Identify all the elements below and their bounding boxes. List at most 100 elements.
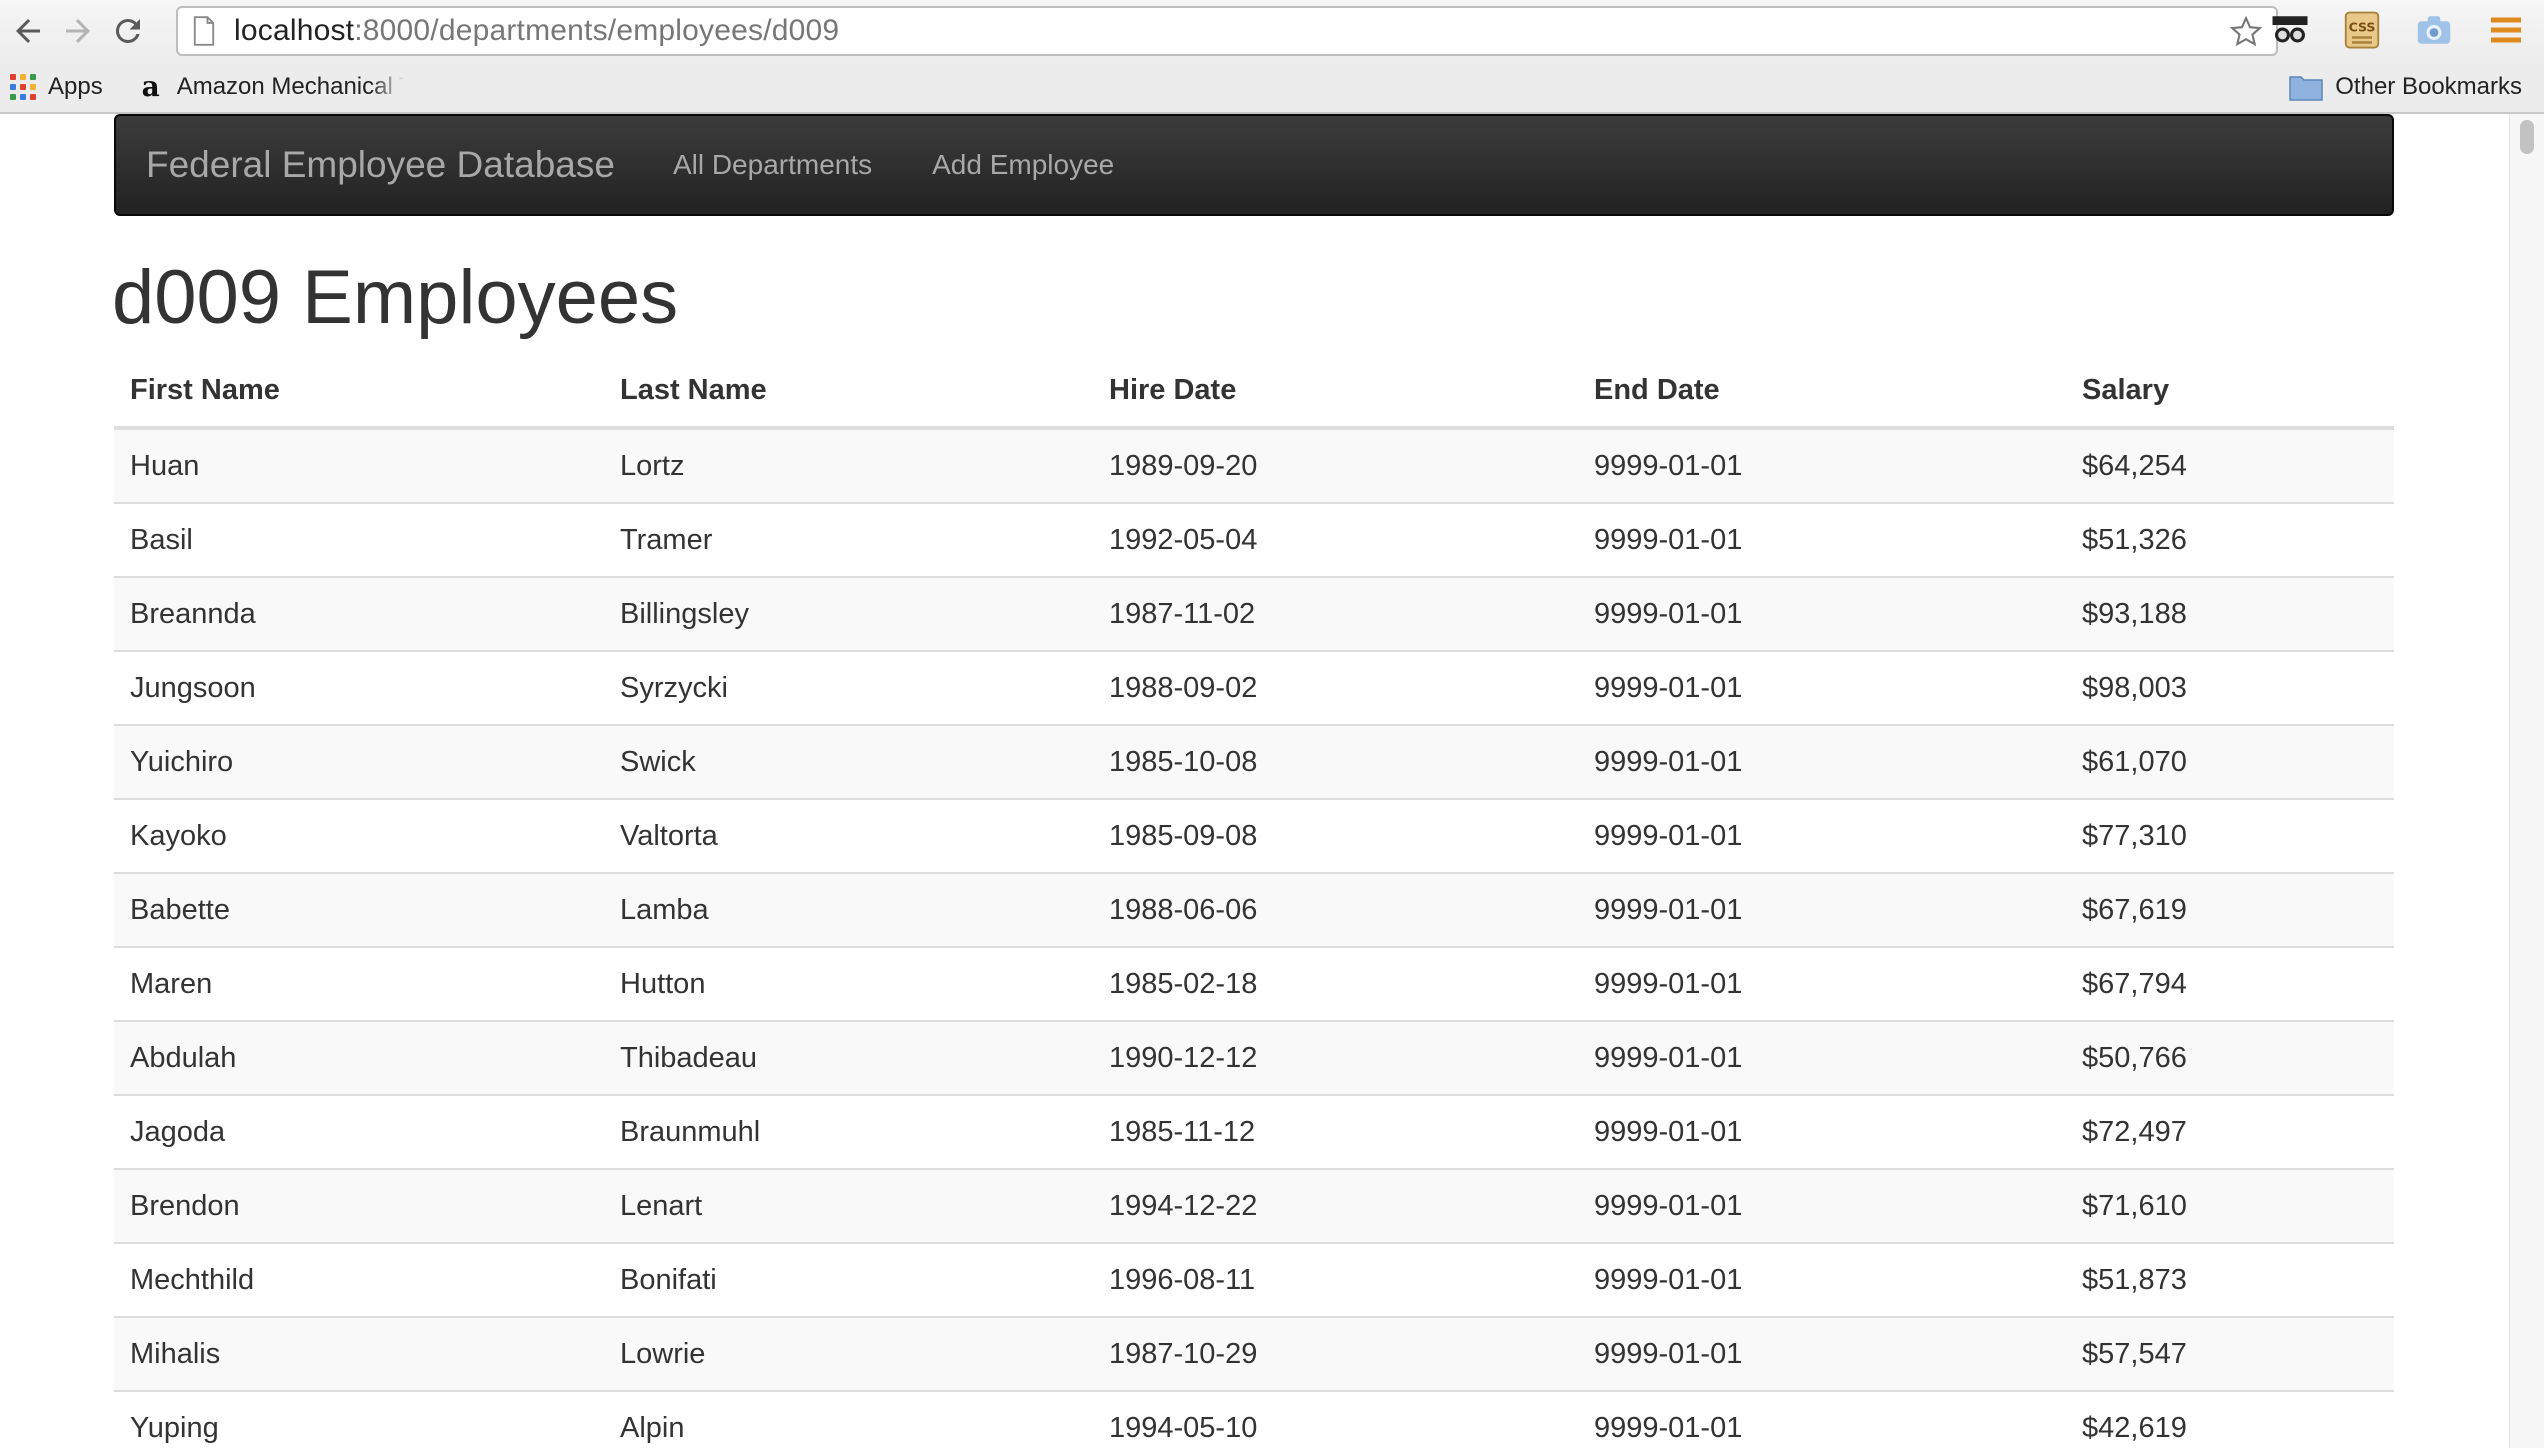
cell-hire-date: 1988-09-02 <box>1093 650 1578 725</box>
bookmark-apps[interactable]: Apps <box>10 73 103 101</box>
folder-icon <box>2289 76 2324 101</box>
cell-end-date: 9999-01-01 <box>1578 502 2066 577</box>
cell-end-date: 9999-01-01 <box>1578 798 2066 873</box>
cell-salary: $64,254 <box>2066 428 2394 503</box>
cell-last-name: Lortz <box>604 428 1093 503</box>
cell-first-name: Yuichiro <box>114 724 604 799</box>
reload-button[interactable] <box>106 9 150 53</box>
cell-last-name: Lowrie <box>604 1316 1093 1391</box>
page-viewport: Federal Employee Database All Department… <box>0 114 2544 1448</box>
cell-salary: $67,794 <box>2066 946 2394 1021</box>
bookmark-apps-label: Apps <box>48 73 103 100</box>
cell-hire-date: 1985-10-08 <box>1093 724 1578 799</box>
forward-button[interactable] <box>56 9 100 53</box>
cell-salary: $93,188 <box>2066 576 2394 651</box>
cell-end-date: 9999-01-01 <box>1578 428 2066 503</box>
extension-icons: CSS <box>2268 8 2544 52</box>
header-salary: Salary <box>2066 354 2394 430</box>
page-icon <box>193 16 215 46</box>
header-first-name: First Name <box>114 354 604 430</box>
cell-first-name: Jagoda <box>114 1094 604 1169</box>
employees-table: First Name Last Name Hire Date End Date … <box>114 354 2394 1448</box>
cell-first-name: Mechthild <box>114 1242 604 1317</box>
cell-first-name: Brendon <box>114 1168 604 1243</box>
cell-salary: $57,547 <box>2066 1316 2394 1391</box>
cell-last-name: Billingsley <box>604 576 1093 651</box>
url-text: localhost:8000/departments/employees/d00… <box>234 14 839 48</box>
table-row: Jagoda Braunmuhl 1985-11-12 9999-01-01 $72,4… <box>114 1094 2394 1169</box>
cell-hire-date: 1992-05-04 <box>1093 502 1578 577</box>
cell-salary: $77,310 <box>2066 798 2394 873</box>
cell-salary: $51,326 <box>2066 502 2394 577</box>
address-bar[interactable]: localhost:8000/departments/employees/d00… <box>176 6 2278 56</box>
header-end-date: End Date <box>1578 354 2066 430</box>
cell-last-name: Syrzycki <box>604 650 1093 725</box>
table-row: Kayoko Valtorta 1985-09-08 9999-01-01 $77,31… <box>114 798 2394 873</box>
cell-first-name: Yuping <box>114 1390 604 1448</box>
cell-salary: $72,497 <box>2066 1094 2394 1169</box>
cell-first-name: Basil <box>114 502 604 577</box>
incognito-extension-icon[interactable] <box>2268 8 2312 52</box>
table-row: Breannda Billingsley 1987-11-02 9999-01-01 $… <box>114 576 2394 651</box>
cell-first-name: Babette <box>114 872 604 947</box>
bookmarks-bar: Apps a Amazon Mechanical T Other Bookmar… <box>0 62 2544 114</box>
table-row: Yuping Alpin 1994-05-10 9999-01-01 $42,619 <box>114 1390 2394 1448</box>
cell-first-name: Abdulah <box>114 1020 604 1095</box>
table-row: Basil Tramer 1992-05-04 9999-01-01 $51,326 <box>114 502 2394 577</box>
table-row: Babette Lamba 1988-06-06 9999-01-01 $67,619 <box>114 872 2394 947</box>
cell-last-name: Alpin <box>604 1390 1093 1448</box>
cell-last-name: Thibadeau <box>604 1020 1093 1095</box>
cell-hire-date: 1989-09-20 <box>1093 428 1578 503</box>
cell-salary: $67,619 <box>2066 872 2394 947</box>
cell-salary: $61,070 <box>2066 724 2394 799</box>
cell-hire-date: 1996-08-11 <box>1093 1242 1578 1317</box>
css-extension-icon[interactable]: CSS <box>2340 8 2384 52</box>
cell-first-name: Kayoko <box>114 798 604 873</box>
cell-hire-date: 1985-09-08 <box>1093 798 1578 873</box>
cell-end-date: 9999-01-01 <box>1578 650 2066 725</box>
reload-icon <box>115 18 140 43</box>
cell-hire-date: 1985-02-18 <box>1093 946 1578 1021</box>
cell-end-date: 9999-01-01 <box>1578 1242 2066 1317</box>
table-row: Huan Lortz 1989-09-20 9999-01-01 $64,254 <box>114 428 2394 503</box>
cell-salary: $42,619 <box>2066 1390 2394 1448</box>
cell-last-name: Lamba <box>604 872 1093 947</box>
cell-end-date: 9999-01-01 <box>1578 576 2066 651</box>
cell-salary: $50,766 <box>2066 1020 2394 1095</box>
cell-last-name: Bonifati <box>604 1242 1093 1317</box>
forward-arrow-icon <box>66 19 90 43</box>
back-button[interactable] <box>6 9 50 53</box>
vertical-scrollbar[interactable] <box>2509 114 2544 1448</box>
table-row: Mihalis Lowrie 1987-10-29 9999-01-01 $57,547 <box>114 1316 2394 1391</box>
nav-link-all-departments[interactable]: All Departments <box>673 149 872 181</box>
cell-hire-date: 1987-11-02 <box>1093 576 1578 651</box>
browser-toolbar: localhost:8000/departments/employees/d00… <box>0 0 2544 62</box>
cell-hire-date: 1987-10-29 <box>1093 1316 1578 1391</box>
other-bookmarks[interactable]: Other Bookmarks <box>2289 62 2522 112</box>
camera-extension-icon[interactable] <box>2412 8 2456 52</box>
cell-first-name: Huan <box>114 428 604 503</box>
cell-salary: $51,873 <box>2066 1242 2394 1317</box>
bookmark-amazon-mturk[interactable]: a Amazon Mechanical T <box>137 73 405 101</box>
bookmark-star-icon[interactable] <box>2228 14 2264 50</box>
cell-last-name: Braunmuhl <box>604 1094 1093 1169</box>
cell-first-name: Mihalis <box>114 1316 604 1391</box>
cell-hire-date: 1985-11-12 <box>1093 1094 1578 1169</box>
nav-link-add-employee[interactable]: Add Employee <box>932 149 1114 181</box>
scrollbar-thumb[interactable] <box>2520 120 2534 154</box>
table-body: Huan Lortz 1989-09-20 9999-01-01 $64,254 Basi… <box>114 428 2394 1448</box>
header-last-name: Last Name <box>604 354 1093 430</box>
table-header-row: First Name Last Name Hire Date End Date … <box>114 354 2394 430</box>
navbar-brand[interactable]: Federal Employee Database <box>146 144 615 186</box>
cell-end-date: 9999-01-01 <box>1578 946 2066 1021</box>
cell-salary: $98,003 <box>2066 650 2394 725</box>
cell-hire-date: 1990-12-12 <box>1093 1020 1578 1095</box>
site-navbar: Federal Employee Database All Department… <box>114 114 2394 216</box>
table-row: Abdulah Thibadeau 1990-12-12 9999-01-01 $50,… <box>114 1020 2394 1095</box>
cell-first-name: Maren <box>114 946 604 1021</box>
menu-hamburger-icon[interactable] <box>2484 8 2528 52</box>
other-bookmarks-label: Other Bookmarks <box>2335 73 2522 100</box>
back-arrow-icon <box>16 19 40 43</box>
table-row: Yuichiro Swick 1985-10-08 9999-01-01 $61,070 <box>114 724 2394 799</box>
cell-end-date: 9999-01-01 <box>1578 1390 2066 1448</box>
